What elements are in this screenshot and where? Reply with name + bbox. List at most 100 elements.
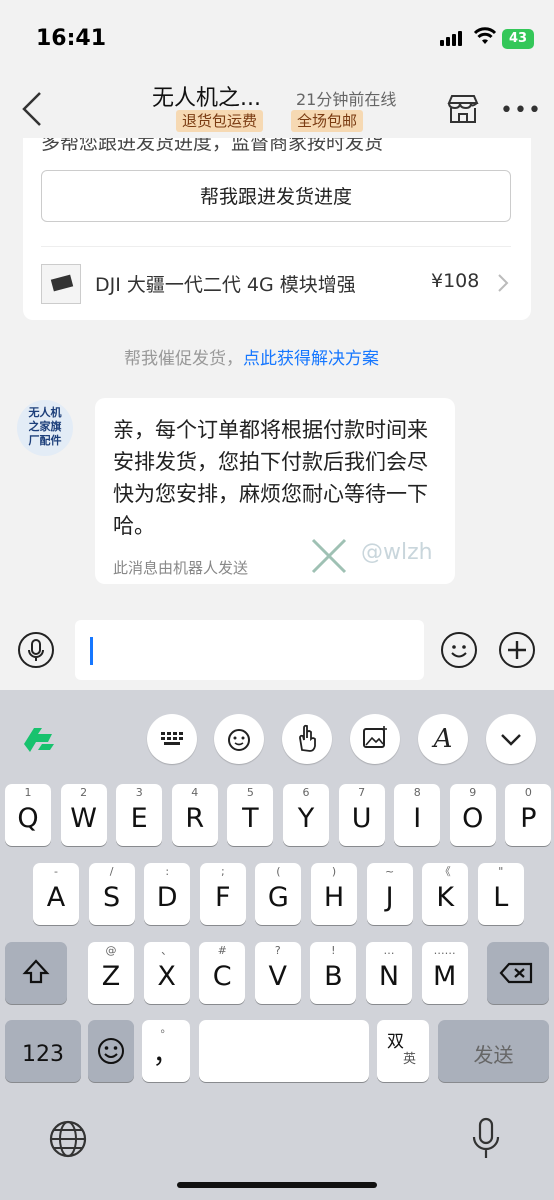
hint-text: 帮我催促发货， [124, 349, 243, 369]
key-sub-label: @ [105, 944, 117, 957]
battery-icon: 43 [502, 29, 534, 49]
product-price: ¥108 [431, 270, 480, 292]
key-sub-label: : [165, 865, 170, 878]
key-g[interactable]: (G [255, 863, 302, 925]
shift-key[interactable] [5, 942, 67, 1004]
key-sub-label: 《 [439, 865, 451, 878]
key-r[interactable]: 4R [171, 784, 218, 846]
key-label: G [267, 882, 289, 913]
product-thumbnail[interactable] [41, 264, 81, 304]
key-z[interactable]: @ Z [88, 942, 134, 1004]
handwriting-icon[interactable] [282, 714, 332, 764]
key-sub-label: 7 [358, 786, 366, 799]
emoji-icon[interactable] [441, 632, 477, 668]
key-k[interactable]: 《 K [422, 863, 469, 925]
key-m[interactable]: …… M [421, 942, 468, 1004]
key-label: L [493, 882, 509, 913]
key-c[interactable]: # C [199, 942, 246, 1004]
globe-icon[interactable] [47, 1118, 89, 1160]
lang-key-main: 双 [387, 1032, 404, 1052]
key-sub-label: 2 [80, 786, 88, 799]
shop-avatar[interactable]: 无人机 之家旗 厂配件 [17, 400, 73, 456]
key-sub-label: 6 [302, 786, 310, 799]
dictation-microphone-icon[interactable] [470, 1116, 502, 1162]
message-bubble[interactable]: 亲，每个订单都将根据付款时间来安排发货，您拍下付款后我们会尽快为您安排，麻烦您耐… [95, 398, 455, 584]
message-text: 亲，每个订单都将根据付款时间来安排发货，您拍下付款后我们会尽快为您安排，麻烦您耐… [113, 418, 428, 538]
key-sub-label: 9 [469, 786, 477, 799]
product-title[interactable]: DJI 大疆一代二代 4G 模块增强 [95, 270, 356, 297]
key-label: H [323, 882, 345, 913]
key-l[interactable]: " L [477, 863, 524, 925]
key-sub-label: ~ [384, 865, 395, 878]
key-sub-label: # [217, 944, 227, 957]
key-n[interactable]: … N [366, 942, 412, 1004]
tag-free-shipping: 全场包邮 [291, 110, 364, 132]
text-caret [90, 637, 93, 665]
key-s[interactable]: / S [88, 863, 135, 925]
key-label: X [157, 961, 176, 992]
key-v[interactable]: ? V [254, 942, 301, 1004]
key-sub-label: 0 [524, 786, 532, 799]
key-y[interactable]: 6Y [283, 784, 329, 846]
backspace-icon [499, 962, 533, 984]
more-icon[interactable]: ••• [500, 98, 542, 123]
key-x[interactable]: 、 X [143, 942, 190, 1004]
chevron-left-icon[interactable] [18, 90, 48, 128]
space-key[interactable] [199, 1020, 369, 1082]
key-sub-label: 4 [191, 786, 199, 799]
key-i[interactable]: 8I [394, 784, 441, 846]
key-a[interactable]: -A [33, 863, 79, 925]
chevron-down-icon[interactable] [486, 714, 536, 764]
shop-title[interactable]: 无人机之... [152, 80, 261, 112]
image-icon[interactable] [350, 714, 400, 764]
avatar-text-2: 之家旗 [28, 420, 62, 433]
key-sub-label: ! [331, 944, 336, 957]
key-f[interactable]: ; F [199, 863, 246, 925]
key-w[interactable]: 2W [60, 784, 107, 846]
chevron-right-icon[interactable] [497, 273, 509, 293]
key-o[interactable]: 9O [449, 784, 496, 846]
follow-shipping-button[interactable]: 帮我跟进发货进度 [41, 170, 511, 222]
ime-logo-icon[interactable] [18, 722, 64, 758]
language-switch-key[interactable]: 双 英 [377, 1020, 429, 1082]
watermark-text: @wlzh [361, 540, 433, 565]
store-icon[interactable] [446, 93, 480, 125]
emoji-key[interactable] [88, 1020, 134, 1082]
font-style-icon[interactable]: A [418, 714, 468, 764]
key-h[interactable]: ) H [311, 863, 357, 925]
key-b[interactable]: ! B [310, 942, 357, 1004]
key-label: D [156, 882, 178, 913]
key-u[interactable]: 7U [338, 784, 385, 846]
key-sub-label: 、 [161, 944, 173, 957]
comma-key[interactable]: 。 ， [142, 1020, 190, 1082]
keyboard-icon[interactable] [147, 714, 197, 764]
key-label: K [436, 882, 455, 913]
key-sub-label: 3 [135, 786, 143, 799]
key-label: C [212, 961, 232, 992]
robot-note: 此消息由机器人发送 [113, 559, 249, 577]
wifi-icon [473, 27, 497, 44]
key-t[interactable]: 5T [227, 784, 274, 846]
key-label: P [520, 803, 537, 834]
key-e[interactable]: 3E [116, 784, 163, 846]
key-d[interactable]: :D [144, 863, 191, 925]
key-label: O [462, 803, 484, 834]
key-p[interactable]: 0P [505, 784, 552, 846]
microphone-icon[interactable] [18, 632, 54, 668]
key-q[interactable]: 1Q [5, 784, 51, 846]
key-label: A [46, 882, 66, 913]
emoji-sticker-icon[interactable] [214, 714, 264, 764]
key-sub-label: ? [274, 944, 281, 957]
card-description: 多帮您跟进发货进度，监督商家按时发货 [41, 138, 384, 154]
key-sub-label: " [498, 865, 504, 878]
send-key[interactable]: 发送 [438, 1020, 549, 1082]
message-input[interactable] [75, 620, 424, 680]
key-sub-label: ) [331, 865, 337, 878]
numbers-key[interactable]: 123 [5, 1020, 81, 1082]
solution-link[interactable]: 点此获得解决方案 [243, 349, 379, 369]
key-label: R [185, 803, 205, 834]
key-j[interactable]: ~ J [366, 863, 413, 925]
plus-icon[interactable] [499, 632, 535, 668]
delete-key[interactable] [487, 942, 549, 1004]
key-label: N [378, 961, 400, 992]
